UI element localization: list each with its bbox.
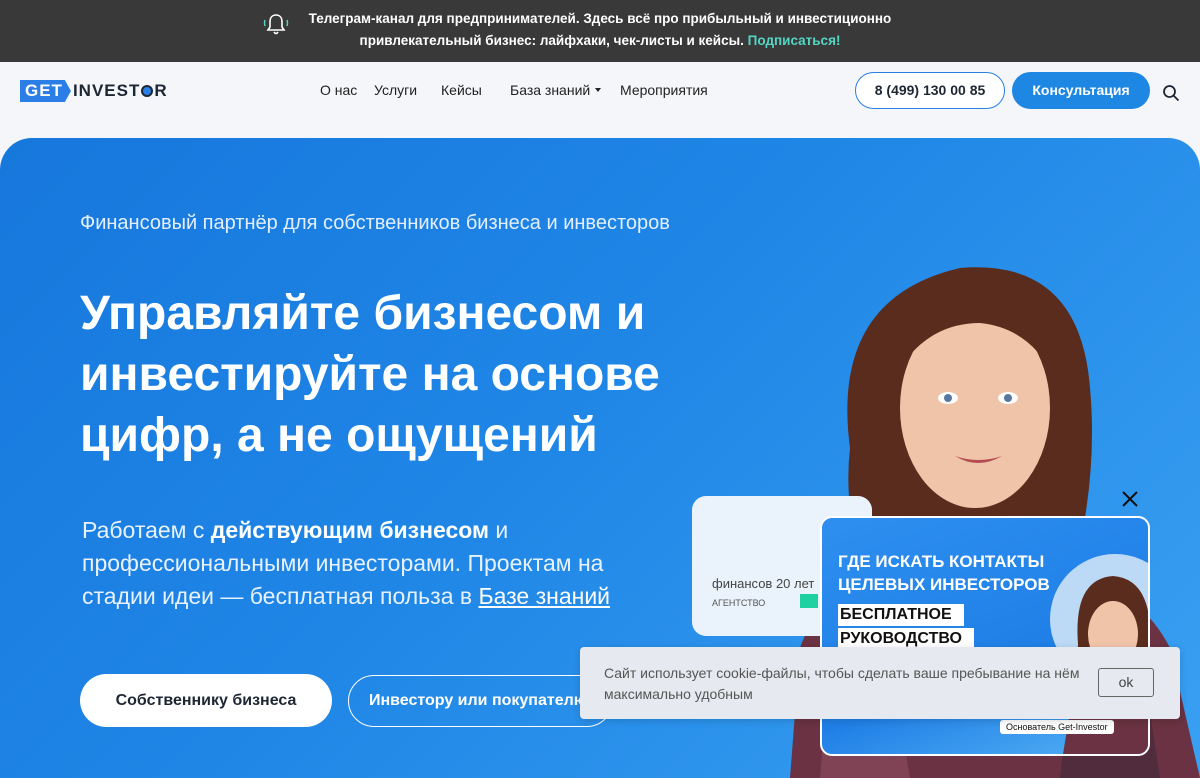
- chevron-down-icon: [595, 88, 602, 92]
- secondary-card-logo: [800, 594, 818, 608]
- hero-title-line2: инвестируйте на основе: [80, 348, 660, 401]
- hero-title-line1: Управляйте бизнесом и: [80, 287, 646, 340]
- promo-title: ГДЕ ИСКАТЬ КОНТАКТЫ ЦЕЛЕВЫХ ИНВЕСТОРОВ: [838, 552, 1050, 594]
- nav-services[interactable]: Услуги: [374, 82, 417, 98]
- promo-popup[interactable]: ГДЕ ИСКАТЬ КОНТАКТЫ ЦЕЛЕВЫХ ИНВЕСТОРОВ Б…: [820, 516, 1150, 756]
- nav-events[interactable]: Мероприятия: [620, 82, 708, 98]
- hero-subtitle: Финансовый партнёр для собственников биз…: [80, 212, 670, 234]
- nav-knowledge-label: База знаний: [510, 82, 591, 98]
- investor-button[interactable]: Инвестору или покупателю: [348, 675, 613, 727]
- nav-about[interactable]: О нас: [320, 82, 357, 98]
- nav-services-label: Услуги: [374, 82, 418, 98]
- logo-investor: INVEST R: [73, 81, 168, 101]
- cookie-ok-button[interactable]: ok: [1098, 668, 1154, 697]
- hero-desc-pre: Работаем с: [82, 517, 211, 543]
- logo-o-icon: [141, 85, 154, 97]
- secondary-card-small: АГЕНТСТВО: [712, 598, 766, 608]
- nav-knowledge[interactable]: База знаний: [510, 82, 602, 98]
- cookie-banner: Сайт использует cookie-файлы, чтобы сдел…: [580, 647, 1180, 719]
- subscribe-link[interactable]: Подписаться!: [748, 33, 841, 48]
- nav-events-label: Мероприятия: [620, 82, 708, 98]
- announcement-bar: Телеграм-канал для предпринимателей. Зде…: [0, 0, 1200, 62]
- hero-title: Управляйте бизнесом и инвестируйте на ос…: [80, 283, 720, 466]
- announcement-text: Телеграм-канал для предпринимателей. Зде…: [295, 8, 905, 52]
- logo-investor-part2: R: [154, 81, 168, 100]
- logo[interactable]: GET INVEST R: [20, 80, 168, 102]
- search-icon[interactable]: [1162, 84, 1180, 102]
- promo-caption: Основатель Get-Investor: [1000, 720, 1114, 734]
- promo-tag-free: БЕСПЛАТНОЕ: [838, 604, 964, 626]
- nav-cases[interactable]: Кейсы: [441, 82, 482, 98]
- close-icon[interactable]: [1120, 489, 1140, 509]
- phone-button[interactable]: 8 (499) 130 00 85: [855, 72, 1005, 109]
- bell-icon: [263, 14, 289, 35]
- site-header: GET INVEST R О нас Услуги Кейсы База знан…: [0, 62, 1200, 138]
- hero-title-line3: цифр, а не ощущений: [80, 409, 598, 462]
- logo-investor-part1: INVEST: [72, 81, 141, 100]
- consultation-button[interactable]: Консультация: [1012, 72, 1150, 109]
- cookie-text: Сайт использует cookie-файлы, чтобы сдел…: [604, 665, 1080, 702]
- logo-get: GET: [20, 80, 71, 102]
- knowledge-base-link[interactable]: Базе знаний: [478, 583, 610, 609]
- business-owner-button[interactable]: Собственнику бизнеса: [80, 674, 332, 727]
- hero-description: Работаем с действующим бизнесом и профес…: [82, 514, 682, 613]
- secondary-card-text: финансов 20 лет: [712, 576, 815, 591]
- nav-cases-label: Кейсы: [441, 82, 482, 98]
- hero-desc-bold: действующим бизнесом: [210, 517, 490, 543]
- nav-about-label: О нас: [320, 82, 358, 98]
